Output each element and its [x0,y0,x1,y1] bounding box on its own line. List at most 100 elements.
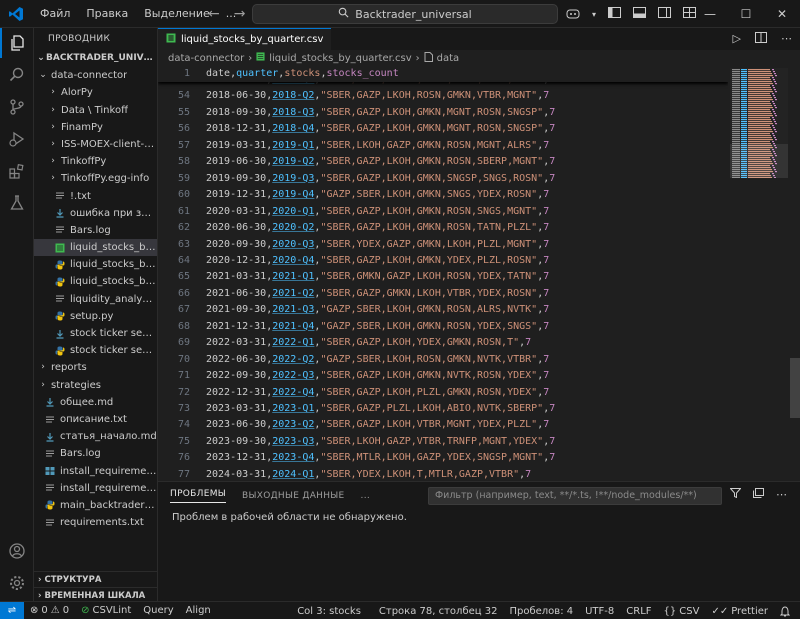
title-bar: Файл Правка Выделение ... ← → Backtrader… [0,0,800,28]
encoding[interactable]: UTF-8 [579,606,620,617]
explorer-icon[interactable] [0,28,34,58]
chevron-right-icon: › [38,575,42,585]
run-icon[interactable]: ▷ [733,32,741,46]
tab-problems[interactable]: ПРОБЛЕМЫ [170,489,227,503]
close-icon[interactable]: ✕ [764,0,800,28]
back-arrow-icon[interactable]: ← [208,6,220,22]
line-number: 71 [177,370,190,382]
tree-file[interactable]: requirements.txt [34,514,157,531]
line-number: 65 [177,271,190,283]
minimap[interactable] [730,68,788,179]
scrollbar-thumb[interactable] [790,358,800,418]
tree-file[interactable]: Bars.log [34,445,157,462]
settings-gear-icon[interactable] [0,568,34,598]
tree-folder[interactable]: › TinkoffPy.egg-info [34,170,157,187]
tree-file[interactable]: ошибка при запуск... [34,205,157,222]
layout-secondary-sidebar-icon[interactable] [658,7,672,21]
tree-file[interactable]: liquid_stocks_by_qu... [34,239,157,257]
tree-file[interactable]: stock ticker search.py [34,342,157,359]
code-line: 61 2020-03-31,2020-Q1,"SBER,GAZP,LKOH,GMK… [158,204,549,220]
breadcrumb-symbol[interactable]: data [437,53,460,64]
tree-file[interactable]: stock ticker search.md [34,325,157,342]
code-line: 58 2019-06-30,2019-Q2,"SBER,GAZP,LKOH,GMK… [158,154,555,170]
workspace-root[interactable]: ⌄ BACKTRADER_UNIVERSAL [34,50,157,67]
timeline-section[interactable]: › ВРЕМЕННАЯ ШКАЛА [34,587,157,601]
chevron-down-icon: ⌄ [37,53,45,63]
tab-output[interactable]: ВЫХОДНЫЕ ДАННЫЕ [242,491,345,501]
tab-liquid-stocks-csv[interactable]: liquid_stocks_by_quarter.csv [158,28,332,50]
testing-flask-icon[interactable] [0,188,34,218]
tree-folder[interactable]: › reports [34,359,157,376]
source-control-icon[interactable] [0,92,34,122]
menu-selection[interactable]: Выделение [136,0,218,28]
cursor-position[interactable]: Строка 78, столбец 32 [367,606,504,617]
language-mode[interactable]: {} CSV [658,606,706,617]
copilot-icon[interactable] [566,7,580,22]
breadcrumb-file[interactable]: liquid_stocks_by_quarter.csv [269,53,411,64]
vertical-scrollbar[interactable] [788,68,800,481]
csvlint-status[interactable]: ⊘ CSVLint [75,605,137,616]
tree-folder[interactable]: › TinkoffPy [34,153,157,170]
query-button[interactable]: Query [137,605,179,616]
notifications-bell-icon[interactable] [774,605,796,617]
tree-file[interactable]: install_requirements.c... [34,480,157,497]
python-file-icon [54,310,66,322]
indentation[interactable]: Пробелов: 4 [503,606,579,617]
explorer-header: ПРОВОДНИК [48,34,111,44]
line-number: 77 [177,468,190,480]
tree-file[interactable]: liquidity_analysis.log [34,291,157,308]
end-of-line[interactable]: CRLF [620,606,657,617]
file-icon [424,51,433,65]
tree-file[interactable]: liquid_stocks_by_qu... [34,273,157,290]
split-editor-icon[interactable] [755,32,767,46]
tree-file[interactable]: Bars.log [34,222,157,239]
tree-folder[interactable]: › strategies [34,377,157,394]
tree-file[interactable]: liquid_stocks_by_qu... [34,256,157,273]
filter-icon[interactable] [729,488,742,501]
column-info[interactable]: Col 3: stocks [291,606,367,617]
tree-folder[interactable]: › Data \ Tinkoff [34,102,157,119]
menu-edit[interactable]: Правка [78,0,136,28]
tree-file[interactable]: статья_начало.md [34,428,157,445]
code-view[interactable]: 1 date,quarter,stocks,stocks_count 53201… [158,68,728,481]
windows-file-icon [44,465,56,477]
command-center[interactable]: Backtrader_universal [252,4,558,24]
tree-file[interactable]: install_requirements.b... [34,463,157,480]
tree-file[interactable]: !.txt [34,188,157,205]
tree-file[interactable]: общее.md [34,394,157,411]
tree-folder[interactable]: › AlorPy [34,84,157,101]
tree-file[interactable]: setup.py [34,308,157,325]
forward-arrow-icon[interactable]: → [234,6,246,22]
tree-folder[interactable]: › FinamPy [34,119,157,136]
tree-folder[interactable]: › ISS-MOEX-client-ma... [34,136,157,153]
tree-folder[interactable]: ⌄ data-connector [34,67,157,84]
menu-file[interactable]: Файл [32,0,78,28]
outline-section[interactable]: › СТРУКТУРА [34,571,157,587]
problems-counter[interactable]: ⊗ 0 ⚠ 0 [24,605,75,616]
layout-sidebar-icon[interactable] [608,7,622,21]
run-debug-icon[interactable] [0,124,34,154]
minimize-icon[interactable]: — [692,0,728,28]
tree-file[interactable]: main_backtrader_engi... [34,497,157,514]
search-icon[interactable] [0,60,34,90]
align-button[interactable]: Align [180,605,217,616]
tree-item-label: ошибка при запуск... [70,207,157,219]
tree-item-label: reports [51,362,87,374]
account-icon[interactable] [0,536,34,566]
copilot-dropdown-icon[interactable]: ▾ [592,10,596,19]
breadcrumb-folder[interactable]: data-connector [168,53,244,64]
prettier-status[interactable]: ✓✓ Prettier [705,606,774,617]
maximize-icon[interactable]: ☐ [728,0,764,28]
tree-item-label: TinkoffPy.egg-info [61,173,150,185]
collapse-all-icon[interactable] [753,488,764,501]
problems-filter-input[interactable]: Фильтр (например, text, **/*.ts, !**/nod… [428,487,722,505]
tab-more[interactable]: ... [361,491,370,501]
command-center-label: Backtrader_universal [355,7,472,21]
extensions-icon[interactable] [0,156,34,186]
tree-file[interactable]: описание.txt [34,411,157,428]
tree-item-label: Bars.log [60,448,101,460]
more-actions-icon[interactable]: ⋯ [781,32,792,46]
panel-more-icon[interactable]: ⋯ [776,488,787,501]
remote-indicator-icon[interactable]: ⇌ [0,601,24,619]
layout-panel-icon[interactable] [633,7,647,21]
